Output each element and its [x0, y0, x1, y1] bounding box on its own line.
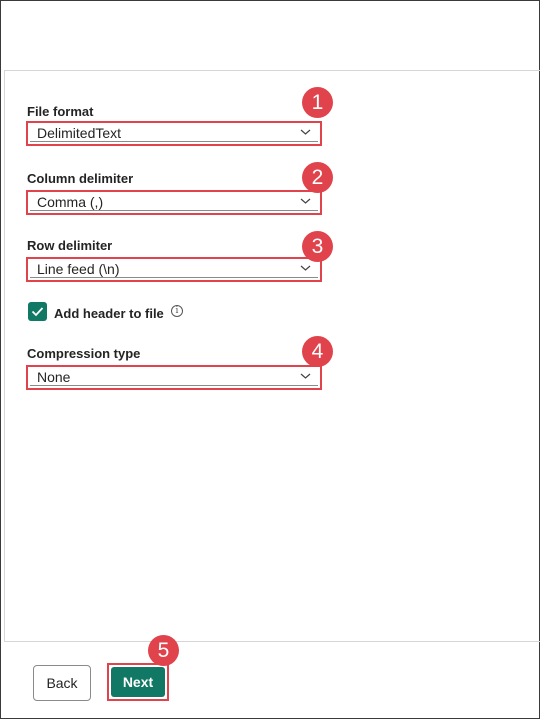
step-badge-5: 5	[148, 635, 179, 666]
chevron-down-icon	[300, 373, 311, 379]
compression-type-label: Compression type	[27, 346, 141, 361]
column-delimiter-label: Column delimiter	[27, 171, 134, 186]
footer-divider	[4, 641, 540, 642]
row-delimiter-value: Line feed (\n)	[37, 261, 120, 277]
step-badge-1: 1	[302, 87, 333, 118]
file-format-value: DelimitedText	[37, 125, 122, 141]
next-button-highlight: Next	[107, 663, 169, 701]
chevron-down-icon	[300, 129, 311, 135]
row-delimiter-label: Row delimiter	[27, 238, 113, 253]
row-delimiter-select[interactable]: Line feed (\n)	[26, 257, 322, 282]
add-header-label[interactable]: Add header to file	[54, 306, 164, 321]
compression-type-select[interactable]: None	[26, 365, 322, 390]
step-badge-3: 3	[302, 231, 333, 262]
next-button[interactable]: Next	[111, 667, 165, 697]
back-button[interactable]: Back	[33, 665, 91, 701]
step-badge-2: 2	[302, 162, 333, 193]
file-format-select[interactable]: DelimitedText	[26, 121, 322, 146]
checkmark-icon	[31, 307, 44, 317]
chevron-down-icon	[300, 265, 311, 271]
header-divider	[4, 70, 540, 71]
file-format-label: File format	[27, 104, 94, 119]
column-delimiter-select[interactable]: Comma (,)	[26, 190, 322, 215]
step-badge-4: 4	[302, 336, 333, 367]
compression-type-value: None	[37, 369, 71, 385]
info-icon[interactable]: i	[171, 305, 183, 317]
chevron-down-icon	[300, 198, 311, 204]
add-header-checkbox[interactable]	[28, 302, 47, 321]
column-delimiter-value: Comma (,)	[37, 194, 104, 210]
panel-left-border	[4, 70, 5, 642]
